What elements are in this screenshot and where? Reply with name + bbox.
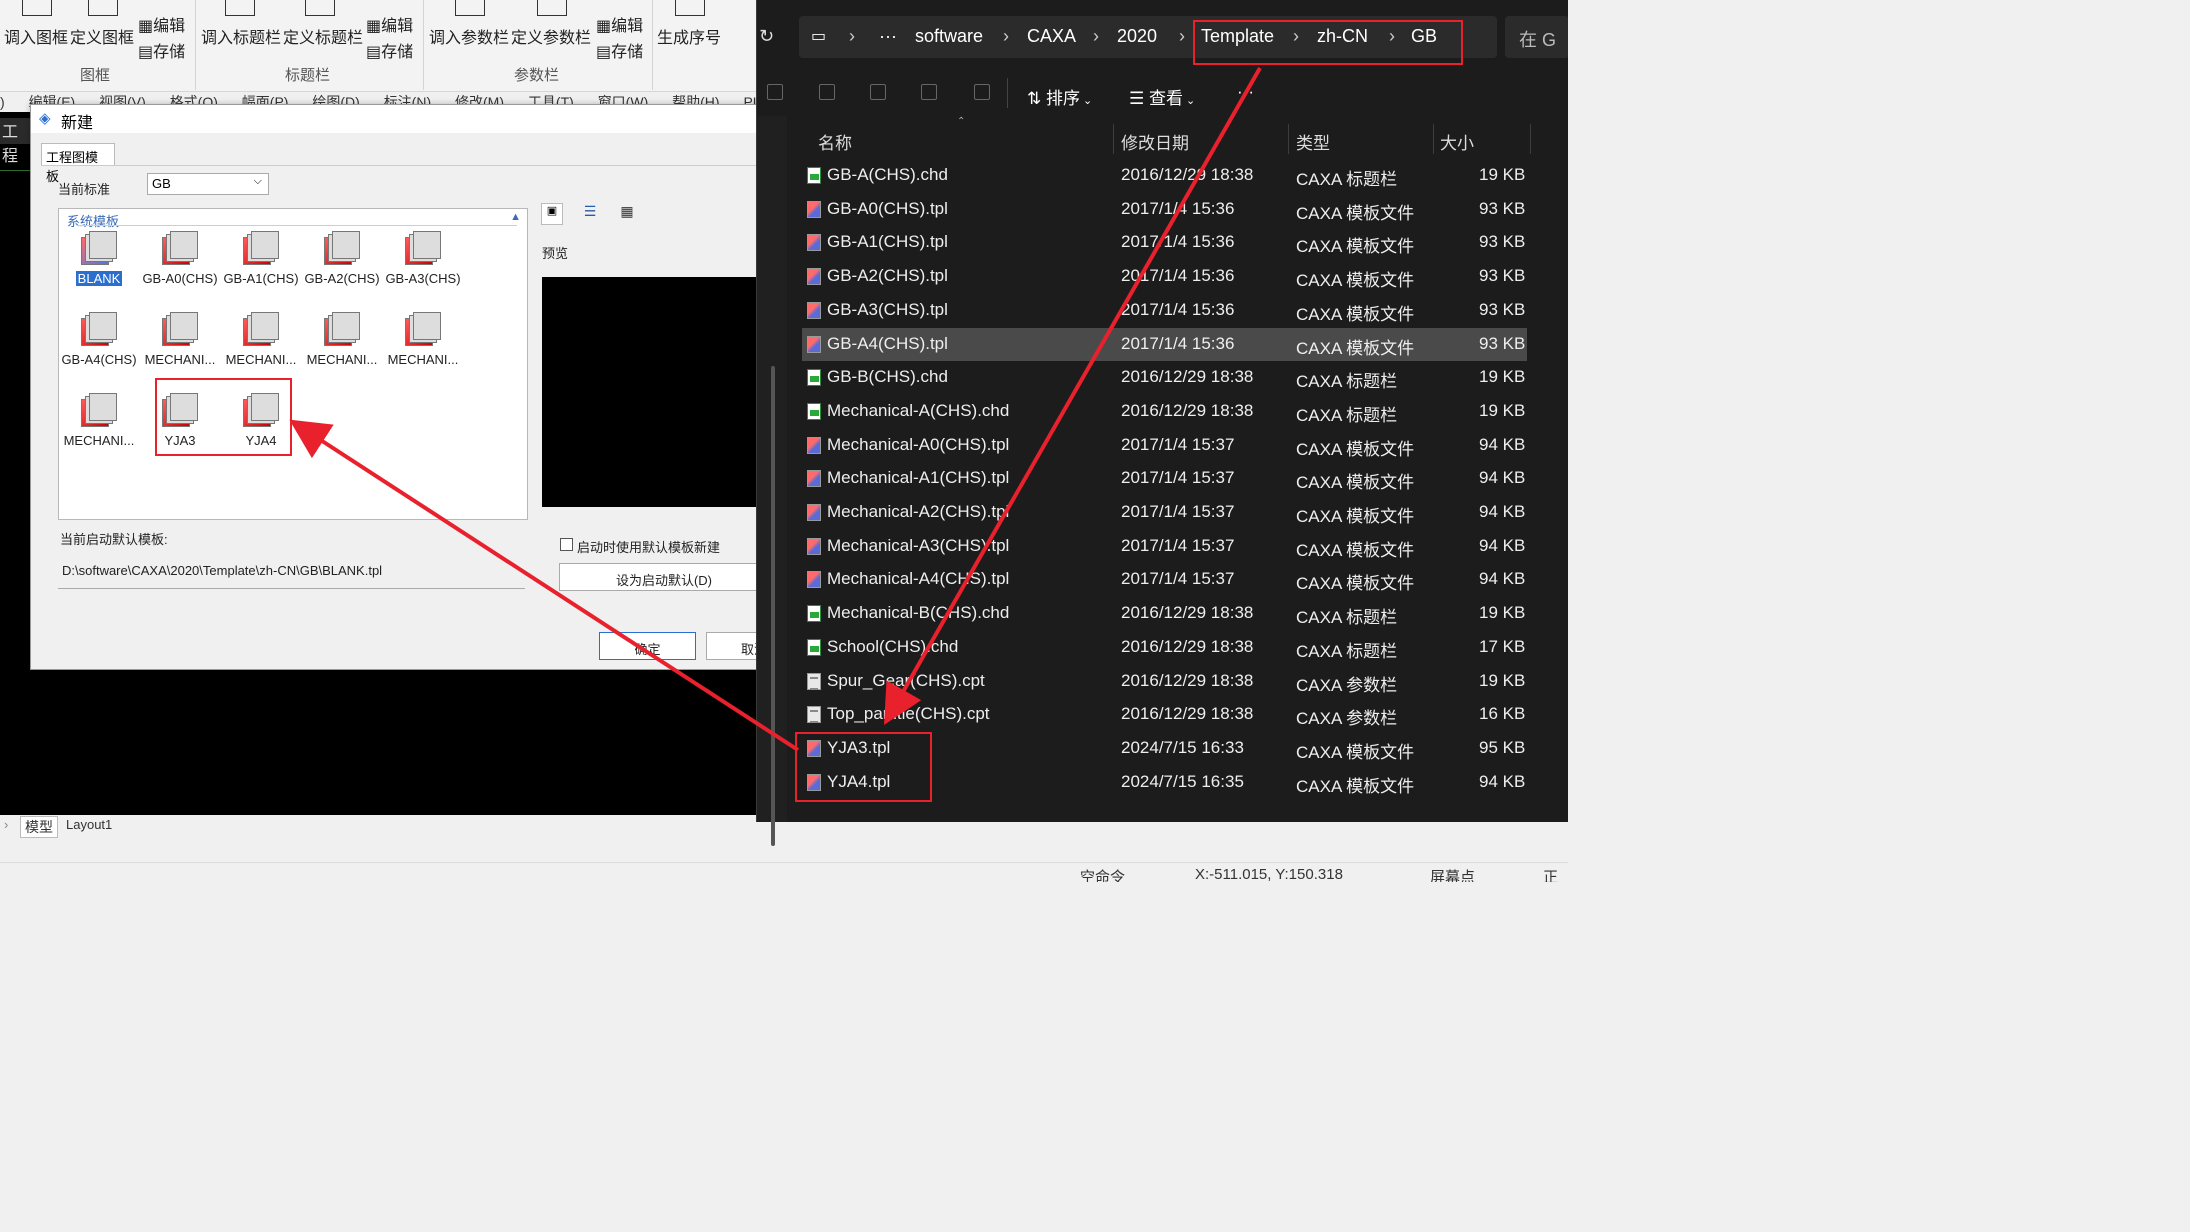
annotation-arrows xyxy=(289,67,1262,752)
arrow-path-to-files xyxy=(884,67,1262,725)
arrow-files-to-templates xyxy=(289,419,800,752)
